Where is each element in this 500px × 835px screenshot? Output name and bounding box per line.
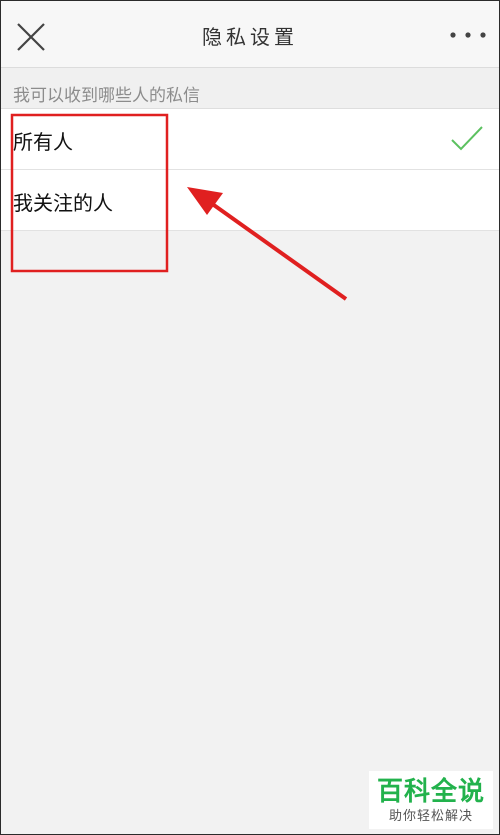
more-button[interactable]	[445, 23, 491, 47]
option-label: 所有人	[13, 130, 73, 154]
option-row-following[interactable]: 我关注的人	[1, 170, 499, 231]
nav-bar: 隐私设置	[1, 1, 499, 68]
close-button[interactable]	[13, 19, 49, 55]
watermark-subtitle: 助你轻松解决	[388, 809, 473, 824]
screen: 隐私设置 我可以收到哪些人的私信 所有人 我关注的人 百科全说 助你轻松解决	[0, 0, 500, 835]
option-row-everyone[interactable]: 所有人	[1, 109, 499, 170]
watermark-title: 百科全说	[376, 777, 485, 807]
option-label: 我关注的人	[13, 191, 113, 215]
close-icon	[17, 23, 45, 51]
section-header-label: 我可以收到哪些人的私信	[13, 86, 200, 106]
watermark-logo: 百科全说 助你轻松解决	[369, 771, 493, 829]
check-icon	[451, 126, 483, 151]
option-list: 所有人 我关注的人	[1, 108, 499, 231]
page-title: 隐私设置	[202, 25, 298, 49]
more-dots-icon	[450, 32, 486, 38]
section-header: 我可以收到哪些人的私信	[1, 68, 499, 108]
